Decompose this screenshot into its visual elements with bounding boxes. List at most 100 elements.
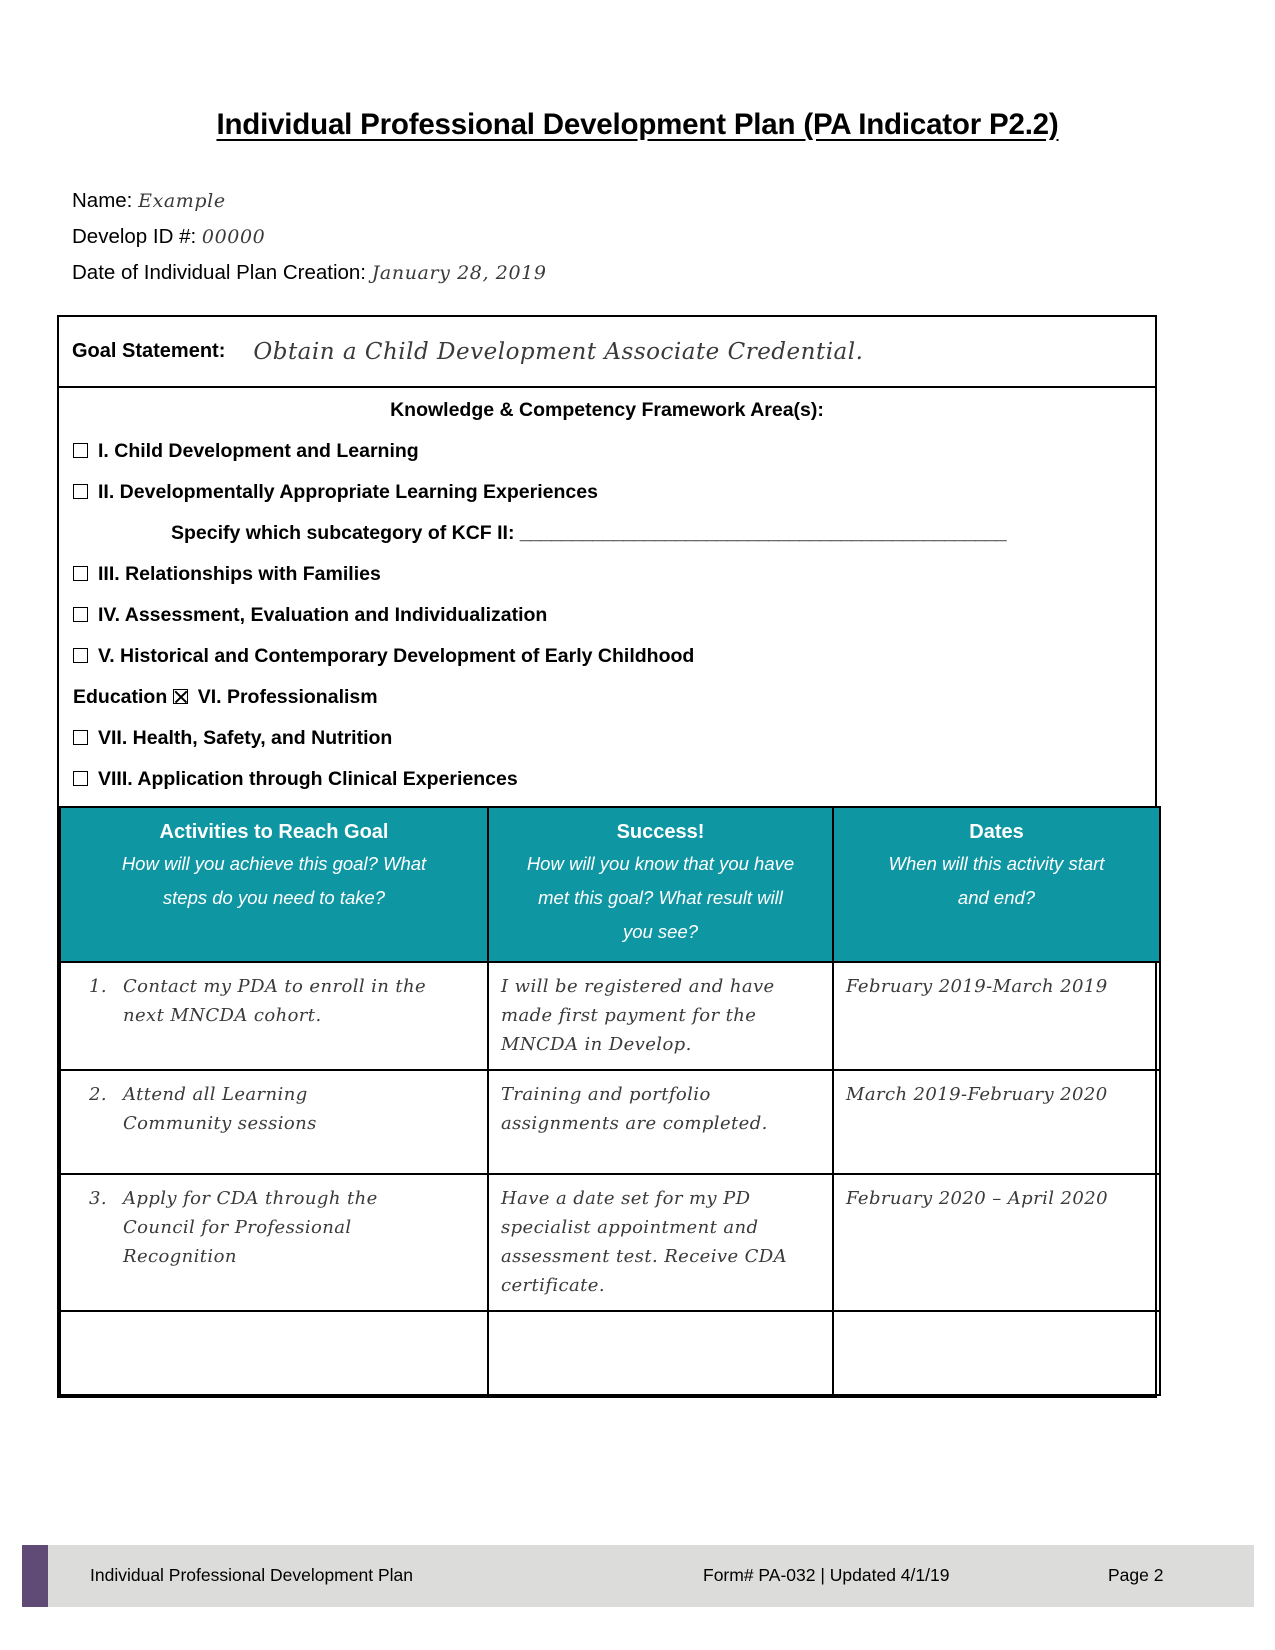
cell-dates-2[interactable]: March 2019-February 2020: [832, 1069, 1161, 1175]
cell-activity-2[interactable]: 2. Attend all Learning Community session…: [59, 1069, 489, 1175]
success-1-line-2: made first payment for the: [501, 1005, 757, 1026]
success-3-line-1: Have a date set for my PD: [501, 1188, 751, 1209]
success-2-line-2: assignments are completed.: [501, 1113, 768, 1134]
kcf-checkbox-row-6[interactable]: Education VI. Professionalism: [59, 677, 1155, 718]
success-3-line-2: specialist appointment and: [501, 1217, 759, 1238]
kcf-checkbox-row-4[interactable]: IV. Assessment, Evaluation and Individua…: [59, 595, 1155, 636]
dates-3-line-1: February 2020 – April 2020: [846, 1188, 1108, 1209]
kcf-checkbox-row-7[interactable]: VII. Health, Safety, and Nutrition: [59, 718, 1155, 759]
cell-dates-4-empty[interactable]: [832, 1310, 1161, 1396]
kcf-label-2: II. Developmentally Appropriate Learning…: [98, 481, 598, 503]
document-page: Individual Professional Development Plan…: [0, 0, 1275, 1650]
column-subtitle-dates-line-1: When will this activity start: [888, 853, 1105, 874]
checkbox-icon-iv[interactable]: [73, 607, 88, 622]
column-subtitle-activities-line-2: steps do you need to take?: [162, 887, 386, 908]
table-row: [59, 1310, 1161, 1396]
kcf-checkbox-row-3[interactable]: III. Relationships with Families: [59, 554, 1155, 595]
name-value[interactable]: Example: [138, 190, 226, 212]
activity-3-line-1: Apply for CDA through the: [123, 1188, 378, 1209]
name-label: Name:: [72, 189, 133, 212]
table-row: 3. Apply for CDA through the Council for…: [59, 1173, 1161, 1312]
activity-1-line-2: next MNCDA cohort.: [123, 1005, 322, 1026]
kcf-label-4: IV. Assessment, Evaluation and Individua…: [98, 604, 548, 626]
creation-date-row: Date of Individual Plan Creation: Januar…: [72, 255, 1072, 291]
cell-dates-3[interactable]: February 2020 – April 2020: [832, 1173, 1161, 1312]
creation-date-label: Date of Individual Plan Creation:: [72, 261, 367, 284]
cell-dates-1[interactable]: February 2019-March 2019: [832, 961, 1161, 1071]
cell-activity-3[interactable]: 3. Apply for CDA through the Council for…: [59, 1173, 489, 1312]
form-box: Goal Statement: Obtain a Child Developme…: [57, 315, 1161, 1398]
row-number-2: 2.: [89, 1084, 107, 1105]
checkbox-icon-ii[interactable]: [73, 484, 88, 499]
cell-activity-4-empty[interactable]: [59, 1310, 489, 1396]
kcf-checkbox-row-1[interactable]: I. Child Development and Learning: [59, 431, 1155, 472]
activities-header-row: Activities to Reach Goal How will you ac…: [59, 806, 1161, 963]
kcf-section: Knowledge & Competency Framework Area(s)…: [59, 388, 1155, 806]
column-subtitle-success-line-3: you see?: [622, 921, 699, 942]
footer-content: Individual Professional Development Plan…: [48, 1545, 1254, 1607]
checkbox-icon-vii[interactable]: [73, 730, 88, 745]
kcf-label-1: I. Child Development and Learning: [98, 440, 419, 462]
develop-id-row: Develop ID #: 00000: [72, 219, 1072, 255]
kcf-label-6: VI. Professionalism: [197, 686, 378, 708]
activity-2-line-1: Attend all Learning: [123, 1084, 308, 1105]
column-header-activities: Activities to Reach Goal How will you ac…: [59, 806, 489, 963]
checkbox-icon-v[interactable]: [73, 648, 88, 663]
identity-block: Name: Example Develop ID #: 00000 Date o…: [72, 183, 1072, 291]
activities-table: Activities to Reach Goal How will you ac…: [59, 806, 1161, 1396]
footer-center-text: Form# PA-032 | Updated 4/1/19: [703, 1565, 950, 1585]
column-subtitle-success-line-1: How will you know that you have: [526, 853, 795, 874]
success-3-line-3: assessment test. Receive CDA: [501, 1246, 788, 1267]
kcf-label-7: VII. Health, Safety, and Nutrition: [98, 727, 393, 749]
column-subtitle-dates-line-2: and end?: [957, 887, 1036, 908]
success-3-line-4: certificate.: [501, 1275, 605, 1296]
footer-accent-bar: [22, 1545, 48, 1607]
kcf-wrap-prefix: Education: [73, 686, 168, 708]
develop-id-value[interactable]: 00000: [202, 226, 265, 248]
column-title-dates: Dates: [969, 821, 1024, 843]
kcf-label-5: V. Historical and Contemporary Developme…: [98, 645, 695, 667]
cell-activity-1[interactable]: 1. Contact my PDA to enroll in the next …: [59, 961, 489, 1071]
name-row: Name: Example: [72, 183, 1072, 219]
goal-statement-value[interactable]: Obtain a Child Development Associate Cre…: [253, 339, 863, 365]
page-title: Individual Professional Development Plan…: [0, 108, 1275, 142]
activity-1-line-1: Contact my PDA to enroll in the: [123, 976, 427, 997]
success-1-line-1: I will be registered and have: [501, 976, 775, 997]
checkbox-icon-i[interactable]: [73, 443, 88, 458]
creation-date-value[interactable]: January 28, 2019: [372, 262, 547, 284]
row-number-1: 1.: [89, 976, 107, 997]
cell-success-4-empty[interactable]: [487, 1310, 834, 1396]
kcf-checkbox-row-8[interactable]: VIII. Application through Clinical Exper…: [59, 759, 1155, 800]
goal-statement-label: Goal Statement:: [72, 340, 226, 362]
dates-2-line-1: March 2019-February 2020: [846, 1084, 1108, 1105]
table-row: 2. Attend all Learning Community session…: [59, 1069, 1161, 1175]
activity-2-line-2: Community sessions: [123, 1113, 317, 1134]
table-row: 1. Contact my PDA to enroll in the next …: [59, 961, 1161, 1071]
column-title-success: Success!: [616, 821, 705, 843]
kcf-checkbox-row-2[interactable]: II. Developmentally Appropriate Learning…: [59, 472, 1155, 513]
cell-success-2[interactable]: Training and portfolio assignments are c…: [487, 1069, 834, 1175]
develop-id-label: Develop ID #:: [72, 225, 197, 248]
footer-page-number: Page 2: [1108, 1565, 1164, 1585]
cell-success-1[interactable]: I will be registered and have made first…: [487, 961, 834, 1071]
cell-success-3[interactable]: Have a date set for my PD specialist app…: [487, 1173, 834, 1312]
column-subtitle-activities-line-1: How will you achieve this goal? What: [121, 853, 427, 874]
checkbox-icon-vi-checked[interactable]: [172, 689, 188, 704]
kcf-checkbox-row-5[interactable]: V. Historical and Contemporary Developme…: [59, 636, 1155, 677]
column-header-dates: Dates When will this activity start and …: [832, 806, 1161, 963]
success-1-line-3: MNCDA in Develop.: [501, 1034, 692, 1055]
kcf-heading: Knowledge & Competency Framework Area(s)…: [390, 399, 824, 421]
checkbox-icon-viii[interactable]: [73, 771, 88, 786]
success-2-line-1: Training and portfolio: [501, 1084, 711, 1105]
column-header-success: Success! How will you know that you have…: [487, 806, 834, 963]
activities-table-head: Activities to Reach Goal How will you ac…: [59, 806, 1161, 963]
kcf-subcategory-blank[interactable]: ________________________________________…: [520, 522, 1007, 544]
kcf-label-8: VIII. Application through Clinical Exper…: [98, 768, 518, 790]
column-subtitle-success-line-2: met this goal? What result will: [538, 887, 783, 908]
goal-statement-row: Goal Statement: Obtain a Child Developme…: [59, 317, 1155, 388]
row-number-3: 3.: [89, 1188, 107, 1209]
page-title-text: Individual Professional Development Plan…: [216, 108, 1059, 141]
checkbox-icon-iii[interactable]: [73, 566, 88, 581]
kcf-subcategory-row: Specify which subcategory of KCF II: ___…: [59, 513, 1155, 554]
activities-table-body: 1. Contact my PDA to enroll in the next …: [59, 961, 1161, 1396]
